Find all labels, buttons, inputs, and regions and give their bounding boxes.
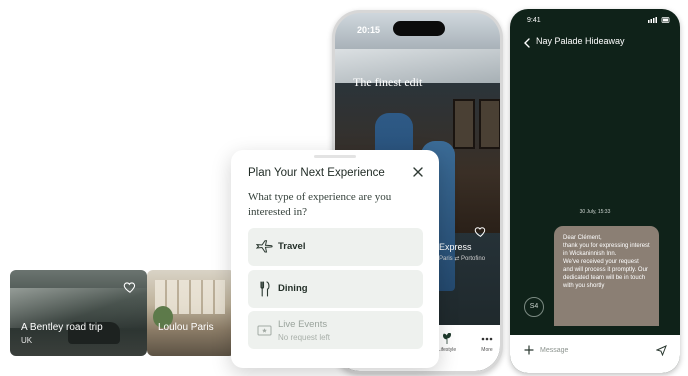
status-time: 9:41 (527, 17, 541, 24)
status-icons (648, 17, 670, 23)
message-composer: Message (510, 335, 680, 373)
avatar: S4 (524, 297, 544, 317)
chat-title: Nay Palade Hideaway (536, 36, 625, 46)
dynamic-island (393, 21, 445, 36)
tab-label: Lifestyle (437, 347, 457, 353)
heart-icon[interactable] (474, 225, 487, 238)
card-title: A Bentley road trip (21, 322, 103, 333)
send-icon[interactable] (656, 345, 667, 356)
cutlery-icon (260, 281, 270, 297)
message-bubble: Dear Clément, thank you for expressing i… (554, 226, 659, 326)
chat-screen: 9:41 Nay Palade Hideaway 30 July, 15:33 … (510, 9, 680, 373)
tab-label: More (481, 347, 493, 353)
option-dining[interactable]: Dining (248, 270, 423, 308)
sheet-question: What type of experience are you interest… (248, 191, 392, 218)
message-text: Dear Clément, thank you for expressing i… (563, 235, 650, 289)
card-subtitle: UK (21, 336, 33, 345)
option-travel[interactable]: Travel (248, 228, 423, 266)
back-chevron-icon[interactable] (523, 38, 531, 48)
close-icon[interactable] (411, 165, 425, 179)
card-title: Loulou Paris (158, 322, 214, 333)
sheet-title: Plan Your Next Experience (248, 167, 385, 179)
feature-title[interactable]: Express (439, 242, 472, 252)
experience-card-bentley[interactable]: A Bentley road trip UK (10, 270, 147, 356)
airplane-icon (256, 240, 273, 253)
option-sublabel: No request left (278, 333, 331, 342)
feature-subtitle: Paris ⇄ Portofino (439, 256, 486, 262)
sheet-grabber[interactable] (314, 155, 356, 158)
train-window (479, 99, 500, 149)
option-label: Dining (278, 283, 308, 294)
train-window (453, 99, 475, 149)
status-time: 20:15 (357, 25, 381, 35)
tab-more[interactable]: More (475, 333, 499, 353)
plan-experience-sheet: Plan Your Next Experience What type of e… (231, 150, 439, 368)
option-live-events: Live Events No request left (248, 311, 423, 349)
option-label: Live Events (278, 319, 328, 330)
ticket-icon (257, 325, 272, 336)
option-label: Travel (278, 241, 306, 252)
experience-card-loulou[interactable]: Loulou Paris (147, 270, 235, 356)
message-timestamp: 30 July, 15:33 (579, 209, 611, 215)
heart-icon[interactable] (123, 280, 137, 294)
dots-icon (481, 337, 493, 341)
message-input[interactable]: Message (540, 347, 568, 354)
plus-icon[interactable] (524, 345, 534, 355)
hero-headline: The finest edit (353, 75, 423, 89)
plant-icon (443, 333, 451, 344)
